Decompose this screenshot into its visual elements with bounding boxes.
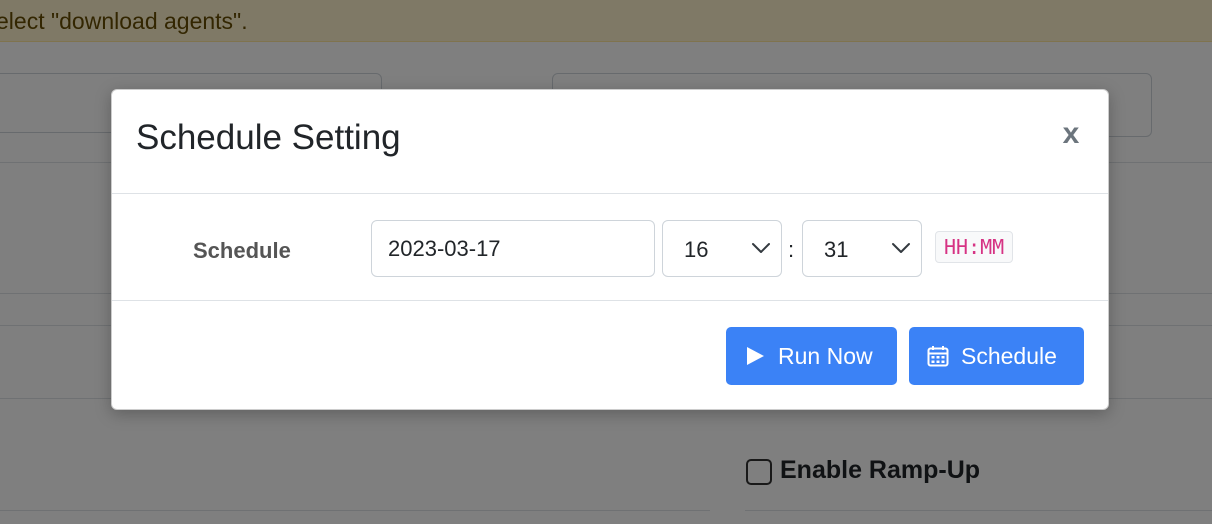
chevron-down-icon	[752, 243, 770, 253]
hour-select-value: 16	[684, 237, 709, 262]
modal-title: Schedule Setting	[136, 118, 401, 157]
minute-select-value: 31	[824, 237, 849, 262]
modal-body: Schedule 16 : 31 HH:MM	[112, 194, 1108, 301]
hour-select[interactable]: 16	[662, 220, 782, 277]
run-now-button[interactable]: Run Now	[726, 327, 897, 385]
calendar-icon	[927, 346, 949, 367]
run-now-label: Run Now	[778, 342, 873, 369]
modal-header: Schedule Setting x	[112, 90, 1108, 194]
schedule-button-label: Schedule	[961, 342, 1057, 369]
close-button[interactable]: x	[1056, 116, 1086, 152]
time-format-hint: HH:MM	[935, 231, 1014, 263]
play-icon	[747, 347, 764, 365]
schedule-setting-modal: Schedule Setting x Schedule 16 : 31 HH:M…	[111, 89, 1109, 410]
minute-select[interactable]: 31	[802, 220, 922, 277]
schedule-date-input[interactable]	[371, 220, 655, 277]
modal-footer: Run Now Schedule	[112, 301, 1108, 411]
schedule-button[interactable]: Schedule	[909, 327, 1084, 385]
time-separator: :	[788, 237, 795, 262]
schedule-label: Schedule	[193, 238, 291, 263]
chevron-down-icon	[892, 243, 910, 253]
